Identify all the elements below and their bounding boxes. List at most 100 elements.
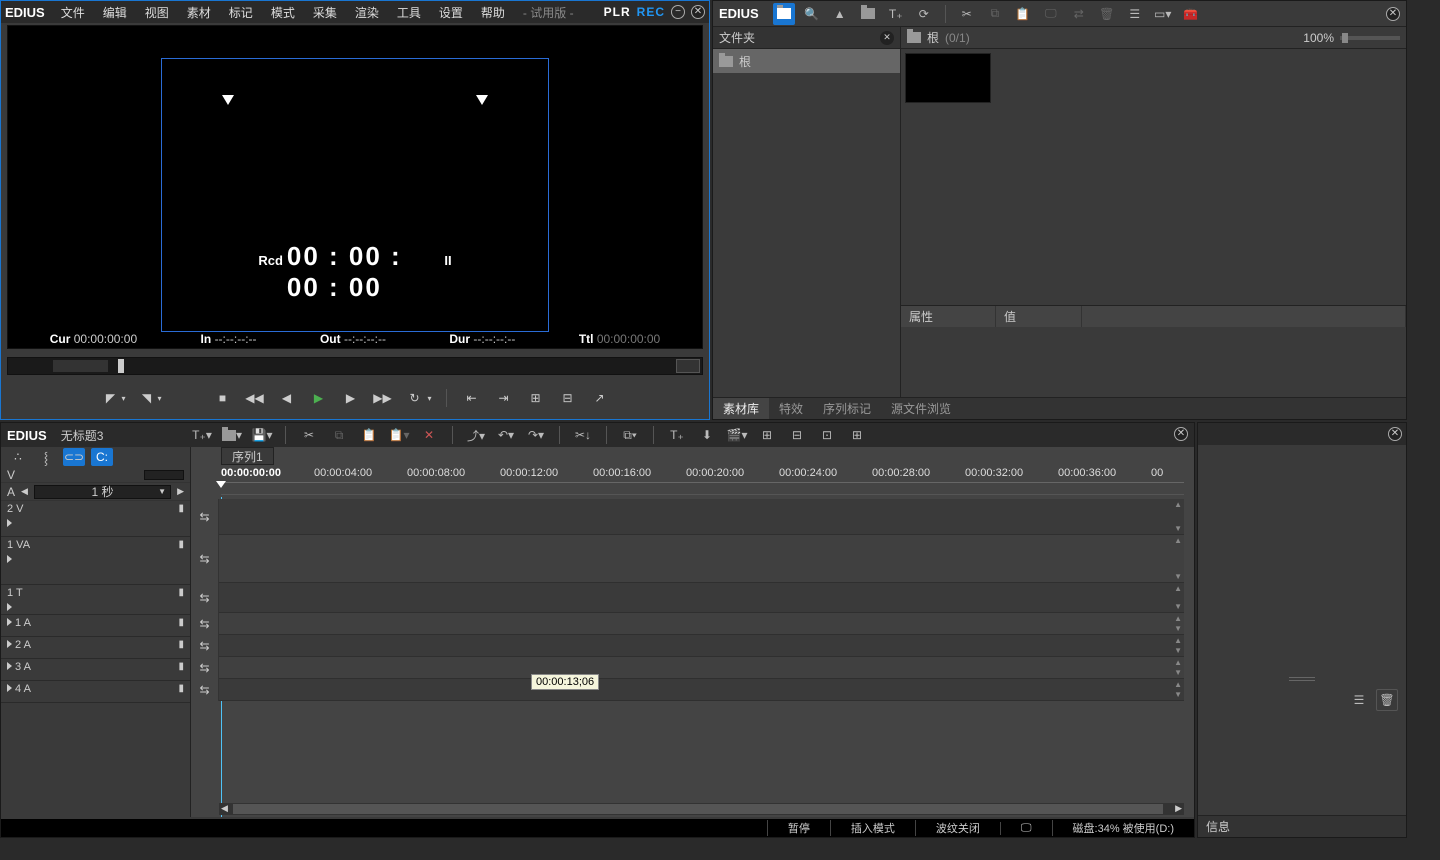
close-button[interactable]: ✕ bbox=[691, 5, 705, 19]
ruler[interactable]: 00:00:00:0000:00:04:0000:00:08:0000:00:1… bbox=[221, 467, 1184, 497]
track-down-icon[interactable]: ▼ bbox=[1174, 524, 1182, 533]
track-header[interactable]: 3 A ▮ bbox=[1, 659, 190, 681]
track-sync-button[interactable] bbox=[191, 535, 219, 583]
stop-button[interactable]: ■ bbox=[212, 387, 234, 409]
col-value[interactable]: 值 bbox=[996, 306, 1082, 327]
track-lock-icon[interactable]: ▮ bbox=[178, 617, 184, 628]
track-lock-icon[interactable]: ▮ bbox=[178, 683, 184, 694]
track-lock-icon[interactable]: ▮ bbox=[178, 639, 184, 650]
path-root[interactable]: 根 bbox=[927, 29, 939, 46]
export-button[interactable]: ↗ bbox=[589, 387, 611, 409]
set-out-button[interactable]: ◥ bbox=[135, 387, 157, 409]
folder-close-icon[interactable]: ✕ bbox=[880, 31, 894, 45]
open-folder-button[interactable] bbox=[857, 3, 879, 25]
track-lock-icon[interactable]: ▮ bbox=[178, 539, 184, 550]
list-button[interactable]: ☰ bbox=[1124, 3, 1146, 25]
track-header[interactable]: 4 A ▮ bbox=[1, 681, 190, 703]
delete-button[interactable]: 🗑 bbox=[1096, 3, 1118, 25]
track-lane[interactable]: ▲ ▼ bbox=[219, 679, 1184, 701]
mode-multicam-button[interactable]: ⊂⊃ bbox=[63, 448, 85, 466]
col-property[interactable]: 属性 bbox=[901, 306, 996, 327]
loop-button[interactable]: ↻ bbox=[404, 387, 426, 409]
tab-effects[interactable]: 特效 bbox=[769, 398, 813, 419]
menu-edit[interactable]: 编辑 bbox=[95, 2, 135, 23]
tools-button[interactable]: 🧰 bbox=[1180, 3, 1202, 25]
undo-button[interactable]: ↶▾ bbox=[495, 424, 517, 446]
link-button[interactable]: ⇄ bbox=[1068, 3, 1090, 25]
track-lock-icon[interactable]: ▮ bbox=[178, 503, 184, 514]
razor-button[interactable]: ✂↓ bbox=[572, 424, 594, 446]
h-scroll-thumb[interactable] bbox=[233, 804, 1163, 814]
zoom-slider[interactable] bbox=[1340, 36, 1400, 40]
mode-normal-button[interactable]: ∴ bbox=[7, 448, 29, 466]
new-clip-button[interactable]: ⟳ bbox=[913, 3, 935, 25]
track-sync-button[interactable] bbox=[191, 679, 219, 701]
tl-copy-button[interactable]: ⧉ bbox=[328, 424, 350, 446]
tab-markers[interactable]: 序列标记 bbox=[813, 398, 881, 419]
info-list-button[interactable]: ☰ bbox=[1348, 689, 1370, 711]
prev-edit-button[interactable]: ⇤ bbox=[461, 387, 483, 409]
sequence-tab[interactable]: 序列1 bbox=[221, 447, 274, 465]
search-button[interactable]: 🔍 bbox=[801, 3, 823, 25]
menu-marker[interactable]: 标记 bbox=[221, 2, 261, 23]
redo-button[interactable]: ↷▾ bbox=[525, 424, 547, 446]
track-sync-button[interactable] bbox=[191, 657, 219, 679]
timescale-selector[interactable]: 1 秒▼ bbox=[34, 485, 171, 499]
scrub-bar[interactable] bbox=[7, 357, 703, 375]
track-up-icon[interactable]: ▲ bbox=[1174, 536, 1182, 545]
layout3-button[interactable]: ⊡ bbox=[816, 424, 838, 446]
menu-file[interactable]: 文件 bbox=[53, 2, 93, 23]
resize-grip[interactable] bbox=[1289, 677, 1315, 681]
menu-view[interactable]: 视图 bbox=[137, 2, 177, 23]
track-lane[interactable]: ▲ ▼ bbox=[219, 583, 1184, 613]
track-sync-button[interactable] bbox=[191, 583, 219, 613]
save-button[interactable]: 💾▾ bbox=[251, 424, 273, 446]
next-frame-button[interactable]: ▶ bbox=[340, 387, 362, 409]
rewind-button[interactable]: ◀◀ bbox=[244, 387, 266, 409]
set-in-button[interactable]: ◤ bbox=[99, 387, 121, 409]
mode-c-button[interactable]: C: bbox=[91, 448, 113, 466]
minimize-button[interactable]: − bbox=[671, 5, 685, 19]
layout1-button[interactable]: ⊞ bbox=[756, 424, 778, 446]
timeline-close-button[interactable]: ✕ bbox=[1174, 427, 1188, 441]
track-down-icon[interactable]: ▼ bbox=[1174, 690, 1182, 699]
tab-bin[interactable]: 素材库 bbox=[713, 398, 769, 419]
viewer[interactable]: Rcd 00 : 00 : 00 : 00 II Cur 00:00:00:00… bbox=[7, 25, 703, 349]
track-lane[interactable]: ▲ ▼ bbox=[219, 499, 1184, 535]
view-mode-button[interactable]: ▭▾ bbox=[1152, 3, 1174, 25]
thumbnail-area[interactable] bbox=[901, 49, 1406, 181]
track-down-icon[interactable]: ▼ bbox=[1174, 646, 1182, 655]
mode-rec[interactable]: REC bbox=[637, 5, 665, 19]
track-up-icon[interactable]: ▲ bbox=[1174, 614, 1182, 623]
track-lane[interactable]: ▲ ▼ bbox=[219, 635, 1184, 657]
track-lock-icon[interactable]: ▮ bbox=[178, 587, 184, 598]
track-sync-button[interactable] bbox=[191, 635, 219, 657]
track-header[interactable]: 1 T ▮ bbox=[1, 585, 190, 615]
layout2-button[interactable]: ⊟ bbox=[786, 424, 808, 446]
effects-button[interactable]: 🎬▾ bbox=[726, 424, 748, 446]
tl-delete-button[interactable]: ✕ bbox=[418, 424, 440, 446]
tl-cut-button[interactable]: ✂ bbox=[298, 424, 320, 446]
display-button[interactable]: 🖵 bbox=[1040, 3, 1062, 25]
menu-help[interactable]: 帮助 bbox=[473, 2, 513, 23]
menu-settings[interactable]: 设置 bbox=[431, 2, 471, 23]
folder-root[interactable]: 根 bbox=[713, 49, 900, 73]
info-close-button[interactable]: ✕ bbox=[1388, 427, 1402, 441]
prev-frame-button[interactable]: ◀ bbox=[276, 387, 298, 409]
track-header[interactable]: 1 VA ▮ bbox=[1, 537, 190, 585]
layout4-button[interactable]: ⊞ bbox=[846, 424, 868, 446]
bin-close-button[interactable]: ✕ bbox=[1386, 7, 1400, 21]
paste-button[interactable]: 📋 bbox=[1012, 3, 1034, 25]
menu-capture[interactable]: 采集 bbox=[305, 2, 345, 23]
track-up-icon[interactable]: ▲ bbox=[1174, 500, 1182, 509]
track-down-icon[interactable]: ▼ bbox=[1174, 624, 1182, 633]
tracks-area[interactable]: ▲ ▼▲ ▼▲ ▼▲ ▼▲ ▼▲ ▼▲ ▼ bbox=[191, 499, 1194, 817]
track-lock-icon[interactable]: ▮ bbox=[178, 661, 184, 672]
menu-render[interactable]: 渲染 bbox=[347, 2, 387, 23]
next-edit-button[interactable]: ⇥ bbox=[493, 387, 515, 409]
track-up-icon[interactable]: ▲ bbox=[1174, 680, 1182, 689]
track-header[interactable]: 1 A ▮ bbox=[1, 615, 190, 637]
up-button[interactable]: ▲ bbox=[829, 3, 851, 25]
group-button[interactable]: ⧉▾ bbox=[619, 424, 641, 446]
mode-plr[interactable]: PLR bbox=[604, 5, 631, 19]
